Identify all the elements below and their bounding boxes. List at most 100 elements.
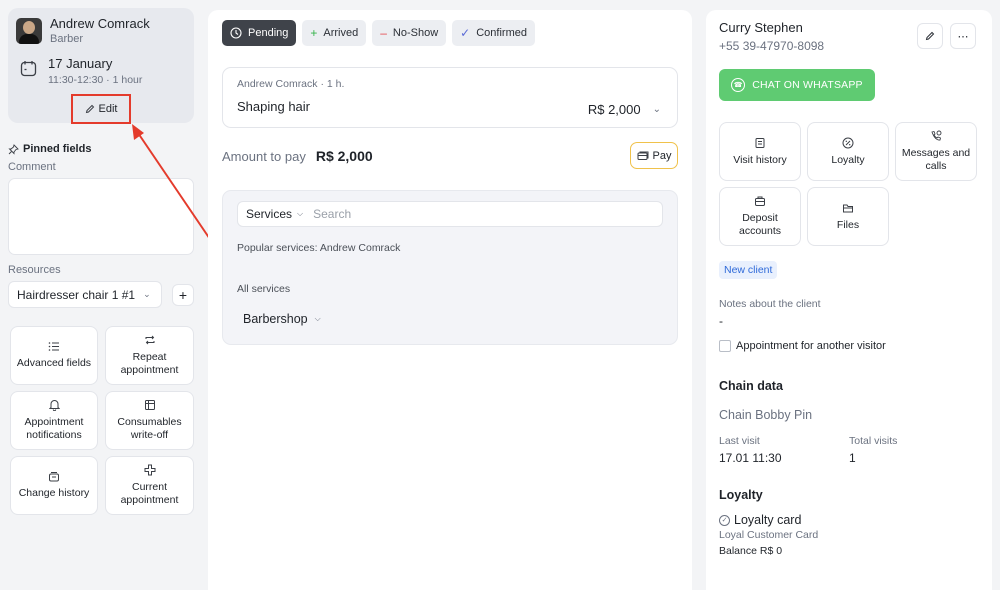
check-circle-icon: ✓ [719,514,730,526]
status-no-show[interactable]: – No-Show [372,20,447,46]
total-visits-value: 1 [849,451,856,465]
plus-icon [144,464,155,476]
wallet-icon [755,196,765,206]
tile-label: Current appointment [120,481,179,506]
plus-icon: + [310,26,318,40]
status-pending[interactable]: Pending [222,20,297,46]
resource-select[interactable]: Hairdresser chair 1 #1 ⌄ [8,281,162,308]
chain-data-title: Chain data [719,379,783,393]
tile-label: Files [836,218,860,231]
pin-icon [8,143,19,155]
more-icon: ⋯ [957,30,969,43]
staff-card: Andrew Comrack Barber 17 January 11:30-1… [8,8,194,124]
total-visits-label: Total visits [849,435,898,447]
payment-row: Amount to pay R$ 2,000 Pay [222,142,678,170]
status-label: Pending [248,27,289,39]
edit-label: Edit [98,103,118,115]
edit-button[interactable]: Edit [71,94,131,124]
card-icon [637,151,649,160]
appointment-panel: Pending + Arrived – No-Show ✓ Confirmed … [208,10,692,590]
tile-label: Change history [18,487,90,499]
appointment-time: 11:30-12:30 · 1 hour [48,74,143,86]
current-appointment-button[interactable]: Current appointment [105,456,194,515]
advanced-fields-button[interactable]: Advanced fields [10,326,98,385]
folder-icon [843,204,853,212]
pay-label: Pay [652,149,672,162]
status-badge: New client [719,261,778,279]
change-history-button[interactable]: Change history [10,456,98,515]
client-panel: Curry Stephen +55 39-47970-8098 ⋯ ☎ CHAT… [706,10,992,590]
appointment-date[interactable]: 17 January [48,56,142,71]
repeat-appointment-button[interactable]: Repeat appointment [105,326,194,385]
category-label: Barbershop [243,312,308,326]
visit-stats: Last visit 17.01 11:30 Total visits 1 [719,435,979,465]
chevron-down-icon: ⌄ [143,289,151,299]
status-label: No-Show [392,27,439,39]
repeat-icon [145,335,154,345]
staff-name: Andrew Comrack [50,16,150,31]
avatar [16,18,42,44]
consumables-writeoff-button[interactable]: Consumables write-off [105,391,194,450]
files-button[interactable]: Files [807,187,889,246]
visit-history-button[interactable]: Visit history [719,122,801,181]
deposit-accounts-button[interactable]: Deposit accounts [719,187,801,246]
tile-label: Loyalty [831,153,865,166]
loyalty-card-label: Loyalty card [734,513,802,527]
category-barbershop[interactable]: Barbershop ⌵ [243,312,663,326]
chevron-down-icon[interactable]: ⌄ [653,104,661,115]
pay-button[interactable]: Pay [630,142,678,169]
amount-value: R$ 2,000 [315,148,373,164]
left-actions-grid: Advanced fields Repeat appointment Appoi… [10,326,194,515]
chevron-down-icon: ⌵ [314,314,321,323]
service-search[interactable]: Services ⌵ Search [237,201,663,227]
notes-value[interactable]: - [719,314,979,328]
whatsapp-button[interactable]: ☎ CHAT ON WHATSAPP [719,69,875,101]
check-icon: ✓ [460,26,471,40]
tile-label: Advanced fields [16,357,92,369]
service-meta: Andrew Comrack · 1 h. [237,78,345,90]
comment-field[interactable] [8,178,194,255]
service-price: R$ 2,000 ⌄ [588,102,661,117]
tile-label: Consumables write-off [117,416,182,441]
loyalty-card-desc: Loyal Customer Card [719,529,819,541]
status-label: Arrived [323,27,359,39]
tile-label: Deposit accounts [738,212,782,237]
staff-role: Barber [50,33,84,45]
more-options-button[interactable]: ⋯ [950,23,976,49]
left-panel: Andrew Comrack Barber 17 January 11:30-1… [0,0,202,590]
status-arrived[interactable]: + Arrived [302,20,367,46]
messages-calls-button[interactable]: Messages and calls [895,122,977,181]
service-catalog: Services ⌵ Search Popular services: Andr… [222,190,678,345]
service-card[interactable]: Andrew Comrack · 1 h. Shaping hair R$ 2,… [222,67,678,128]
loyalty-button[interactable]: Loyalty [807,122,889,181]
all-services-label: All services [237,283,291,295]
tile-label: Visit history [733,153,787,166]
history-icon [49,472,59,482]
chevron-down-icon: ⌵ [297,209,304,218]
receipt-icon [755,137,765,148]
services-dropdown[interactable]: Services [246,207,292,221]
loyalty-card[interactable]: ✓ Loyalty card [719,513,979,527]
minus-icon: – [380,26,387,40]
box-icon [144,400,155,410]
clock-icon [230,27,242,39]
client-actions-grid: Visit history Loyalty Messages and calls… [719,122,979,246]
comment-label: Comment [8,161,56,173]
status-confirmed[interactable]: ✓ Confirmed [452,20,535,46]
service-price-value: R$ 2,000 [587,102,641,117]
percent-icon [842,137,854,148]
appointment-notifications-button[interactable]: Appointment notifications [10,391,98,450]
chain-name: Chain Bobby Pin [719,408,813,422]
edit-client-button[interactable] [917,23,943,49]
resource-value: Hairdresser chair 1 #1 [17,287,136,302]
last-visit-value: 17.01 11:30 [719,451,782,465]
amount-label: Amount to pay [222,148,306,164]
tile-label: Messages and calls [901,147,971,172]
search-input[interactable]: Search [313,207,351,221]
checkbox[interactable] [719,340,731,352]
whatsapp-icon: ☎ [731,78,746,92]
another-visitor-checkbox[interactable]: Appointment for another visitor [719,340,979,352]
status-bar: Pending + Arrived – No-Show ✓ Confirmed [222,20,678,46]
add-resource-button[interactable]: + [172,283,194,306]
popular-services-label: Popular services: Andrew Comrack [237,242,401,254]
